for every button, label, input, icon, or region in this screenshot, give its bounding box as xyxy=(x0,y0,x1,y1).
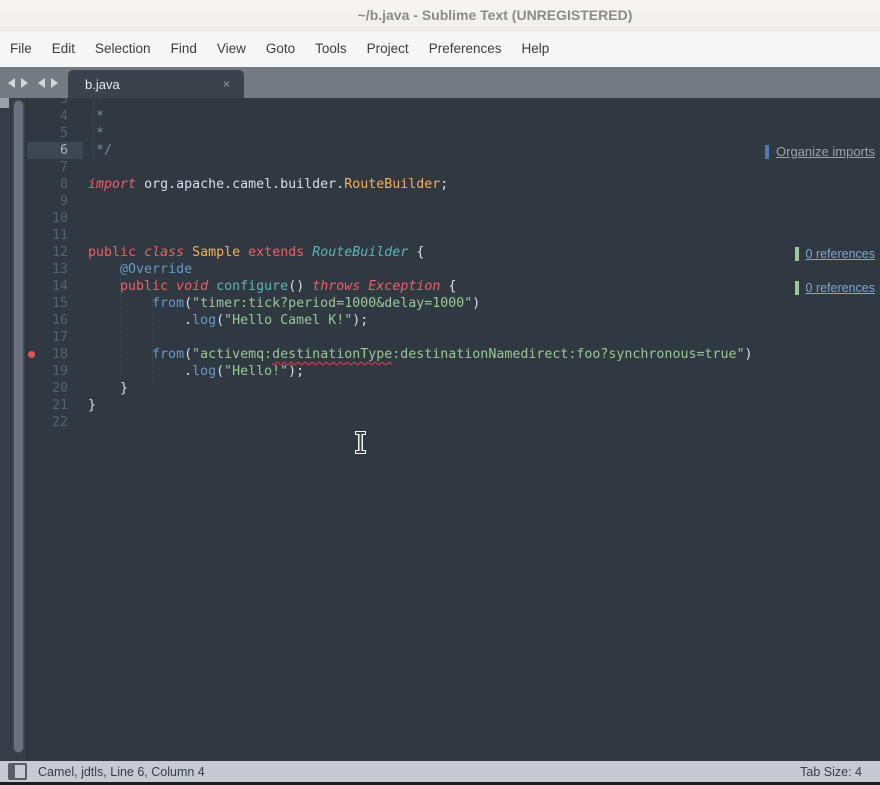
code-line[interactable]: 11 xyxy=(27,227,880,244)
code-text: * xyxy=(88,125,104,142)
code-line[interactable]: 21} xyxy=(27,397,880,414)
code-text: * xyxy=(88,108,104,125)
line-number: 15 xyxy=(27,295,83,312)
code-line[interactable]: 12 public class Sample extends RouteBuild… xyxy=(27,244,880,261)
line-number: 10 xyxy=(27,210,83,227)
sidebar-toggle-icon[interactable] xyxy=(8,763,27,780)
code-line[interactable]: 6 */ xyxy=(27,142,880,159)
code-line[interactable]: 10 xyxy=(27,210,880,227)
line-number: 20 xyxy=(27,380,83,397)
code-text: from("timer:tick?period=1000&delay=1000"… xyxy=(88,295,480,312)
tab-history-forward-icon[interactable] xyxy=(51,78,58,88)
left-gutter-panel xyxy=(0,98,27,761)
code-line[interactable]: 17 xyxy=(27,329,880,346)
code-line[interactable]: 9 xyxy=(27,193,880,210)
organize-imports-action[interactable]: Organize imports xyxy=(765,143,875,160)
menu-find[interactable]: Find xyxy=(161,31,207,67)
menu-project[interactable]: Project xyxy=(357,31,419,67)
vertical-scrollbar[interactable] xyxy=(13,100,24,753)
code-text: from("activemq:destinationType:destinati… xyxy=(88,346,753,363)
window-title: ~/b.java - Sublime Text (UNREGISTERED) xyxy=(358,7,633,23)
code-text: public void configure() throws Exception… xyxy=(88,278,456,295)
sublime-window: ~/b.java - Sublime Text (UNREGISTERED) F… xyxy=(0,0,880,785)
tab-bar: b.java × xyxy=(0,67,880,98)
code-line[interactable]: 18 from("activemq:destinationType:destin… xyxy=(27,346,880,363)
status-bar: Camel, jdtls, Line 6, Column 4 Tab Size:… xyxy=(0,761,880,782)
menu-preferences[interactable]: Preferences xyxy=(419,31,512,67)
code-text: import org.apache.camel.builder.RouteBui… xyxy=(88,176,448,193)
code-text: public class Sample extends RouteBuilder… xyxy=(88,244,424,261)
menu-help[interactable]: Help xyxy=(512,31,560,67)
error-marker-dot xyxy=(28,351,35,358)
tab-scroll-right-icon[interactable] xyxy=(21,78,28,88)
references-annotation[interactable]: 0 references xyxy=(795,279,875,296)
tab-close-icon[interactable]: × xyxy=(223,77,230,91)
menu-selection[interactable]: Selection xyxy=(85,31,161,67)
minimap-corner xyxy=(0,98,9,108)
line-number: 4 xyxy=(27,108,83,125)
line-number: 8 xyxy=(27,176,83,193)
code-line[interactable]: 20 } xyxy=(27,380,880,397)
line-number: 22 xyxy=(27,414,83,431)
annotation-bar xyxy=(795,247,799,261)
menu-view[interactable]: View xyxy=(207,31,256,67)
code-text: .log("Hello Camel K!"); xyxy=(88,312,368,329)
line-number: 19 xyxy=(27,363,83,380)
tab-size-indicator[interactable]: Tab Size: 4 xyxy=(800,765,862,779)
references-annotation[interactable]: 0 references xyxy=(795,245,875,262)
code-text: * xyxy=(88,98,104,108)
code-line[interactable]: 7 xyxy=(27,159,880,176)
code-line[interactable]: 14 public void configure() throws Except… xyxy=(27,278,880,295)
code-text: */ xyxy=(88,142,112,159)
code-line[interactable]: 5 * xyxy=(27,125,880,142)
menu-goto[interactable]: Goto xyxy=(256,31,305,67)
tab-scroll-left-icon[interactable] xyxy=(8,78,15,88)
code-line[interactable]: 4 * xyxy=(27,108,880,125)
line-number: 14 xyxy=(27,278,83,295)
code-line[interactable]: 19 .log("Hello!"); xyxy=(27,363,880,380)
line-number: 21 xyxy=(27,397,83,414)
line-number: 16 xyxy=(27,312,83,329)
annotation-bar xyxy=(765,145,769,159)
editor-area[interactable]: 3 *4 *5 *6 */78import org.apache.camel.b… xyxy=(0,98,880,761)
status-text: Camel, jdtls, Line 6, Column 4 xyxy=(38,765,205,779)
tab-history-back-icon[interactable] xyxy=(38,78,45,88)
annotation-bar xyxy=(795,281,799,295)
code-line[interactable]: 15 from("timer:tick?period=1000&delay=10… xyxy=(27,295,880,312)
line-number: 7 xyxy=(27,159,83,176)
code-text: @Override xyxy=(88,261,192,278)
code-text: } xyxy=(88,397,96,414)
code-line[interactable]: 8 import org.apache.camel.builder.RouteBu… xyxy=(27,176,880,193)
code-text: } xyxy=(88,380,128,397)
line-number: 12 xyxy=(27,244,83,261)
line-number: 17 xyxy=(27,329,83,346)
line-number: 18 xyxy=(27,346,83,363)
menu-edit[interactable]: Edit xyxy=(42,31,85,67)
line-number: 11 xyxy=(27,227,83,244)
code-line[interactable]: 3 * xyxy=(27,98,880,108)
line-number: 5 xyxy=(27,125,83,142)
code-line[interactable]: 13 @Override xyxy=(27,261,880,278)
annotation-link[interactable]: 0 references xyxy=(806,281,875,295)
line-number: 6 xyxy=(27,142,83,159)
code-line[interactable]: 22 xyxy=(27,414,880,431)
tab-b-java[interactable]: b.java × xyxy=(68,70,244,98)
menu-bar: FileEditSelectionFindViewGotoToolsProjec… xyxy=(0,31,880,67)
line-number: 3 xyxy=(27,98,83,108)
code-text: .log("Hello!"); xyxy=(88,363,304,380)
text-ibeam-cursor-icon xyxy=(354,431,367,454)
code-line[interactable]: 16 .log("Hello Camel K!"); xyxy=(27,312,880,329)
line-number: 9 xyxy=(27,193,83,210)
title-bar[interactable]: ~/b.java - Sublime Text (UNREGISTERED) xyxy=(0,0,880,31)
annotation-link[interactable]: Organize imports xyxy=(776,144,875,159)
tab-label: b.java xyxy=(85,77,223,92)
line-number: 13 xyxy=(27,261,83,278)
menu-file[interactable]: File xyxy=(0,31,42,67)
menu-tools[interactable]: Tools xyxy=(305,31,357,67)
annotation-link[interactable]: 0 references xyxy=(806,247,875,261)
